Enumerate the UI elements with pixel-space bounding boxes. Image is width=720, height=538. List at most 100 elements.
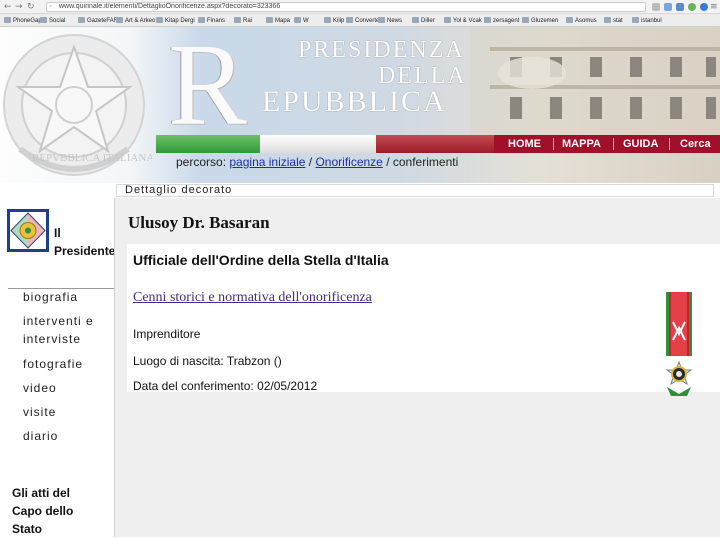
president-standard-icon[interactable] xyxy=(7,209,49,252)
forward-arrow-icon[interactable]: → xyxy=(15,1,23,13)
bookmark-favicon-icon xyxy=(632,17,639,23)
bookmark-favicon-icon xyxy=(604,17,611,23)
italian-flag-stripe xyxy=(156,135,496,153)
bookmark-label: Mapa xyxy=(275,18,291,24)
bookmark-favicon-icon xyxy=(234,17,241,23)
president-link[interactable]: Il Presidente xyxy=(54,224,115,260)
extension-icon[interactable] xyxy=(676,3,684,11)
flag-green-band xyxy=(156,135,260,153)
bookmark-favicon-icon xyxy=(346,17,353,23)
breadcrumb-separator: / xyxy=(386,155,390,169)
bookmark-item[interactable]: News xyxy=(378,17,402,25)
bookmark-item[interactable]: Gluzemen xyxy=(522,17,558,25)
sidebar-item-interviste[interactable]: interviste xyxy=(23,330,81,348)
honor-history-link[interactable]: Cenni storici e normativa dell'onorifice… xyxy=(133,290,372,306)
browser-toolbar: ← → ↻ ▫ www.quirinale.it/elementi/Dettag… xyxy=(0,0,720,14)
section-label: Dettaglio decorato xyxy=(116,184,714,197)
extension-icon[interactable] xyxy=(688,3,696,11)
sidebar: Il Presidente biografia interventi e int… xyxy=(0,198,115,538)
breadcrumb-prefix: percorso: xyxy=(176,155,227,169)
bookmark-label: Asomus xyxy=(575,18,597,24)
bookmark-label: Finans xyxy=(207,18,226,24)
bookmark-favicon-icon xyxy=(484,17,491,23)
bookmark-favicon-icon xyxy=(566,17,573,23)
sidebar-top-spacer xyxy=(0,184,116,198)
conferment-date-text: Data del conferimento: 02/05/2012 xyxy=(133,379,318,393)
bookmark-label: Gluzemen xyxy=(531,18,559,24)
bookmark-item[interactable]: Diller xyxy=(412,17,435,25)
president-label-line2: Presidente xyxy=(54,244,116,258)
bookmark-favicon-icon xyxy=(266,17,273,23)
logo-text-repubblica: EPUBBLICA xyxy=(262,85,447,118)
nav-home-link[interactable]: HOME xyxy=(508,137,541,151)
reload-icon[interactable]: ↻ xyxy=(27,1,35,13)
bookmark-label: Art & Arkeo xyxy=(125,18,156,24)
nav-separator xyxy=(669,138,670,150)
bookmark-label: Kitap Dergi xyxy=(165,18,195,24)
atti-line1: Gli atti del xyxy=(12,486,71,500)
bookmark-label: Diller xyxy=(421,18,435,24)
bookmark-label: stat xyxy=(613,18,623,24)
bookmark-favicon-icon xyxy=(40,17,47,23)
bookmark-favicon-icon xyxy=(198,17,205,23)
bookmark-item[interactable]: Kilip xyxy=(324,17,344,25)
site-header: REPVBBLICA ITALIANA R PRESIDENZA DELLA E… xyxy=(0,27,720,183)
bookmark-item[interactable]: Yol & Vcak xyxy=(444,17,482,25)
nav-guida-link[interactable]: GUIDA xyxy=(623,137,658,151)
bookmark-label: News xyxy=(387,18,403,24)
bookmark-item[interactable]: Converter xyxy=(346,17,381,25)
back-arrow-icon[interactable]: ← xyxy=(4,1,12,13)
nav-cerca-link[interactable]: Cerca xyxy=(680,137,711,151)
bookmark-item[interactable]: Asomus xyxy=(566,17,597,25)
sidebar-item-visite[interactable]: visite xyxy=(23,403,56,421)
sidebar-item-diario[interactable]: diario xyxy=(23,427,58,445)
bookmark-item[interactable]: Art & Arkeo xyxy=(116,17,155,25)
birthplace-text: Luogo di nascita: Trabzon () xyxy=(133,354,282,368)
bookmark-item[interactable]: Rai xyxy=(234,17,252,25)
bookmark-favicon-icon xyxy=(156,17,163,23)
bookmark-item[interactable]: PhoneGap xyxy=(4,17,42,25)
bookmark-favicon-icon xyxy=(378,17,385,23)
bookmark-item[interactable]: Kitap Dergi xyxy=(156,17,195,25)
sidebar-item-biografia[interactable]: biografia xyxy=(23,288,78,306)
sidebar-atti-heading[interactable]: Gli atti del Capo dello Stato xyxy=(12,484,73,538)
bookmark-item[interactable]: istanbul xyxy=(632,17,662,25)
profession-text: Imprenditore xyxy=(133,327,201,341)
atti-line3: Stato xyxy=(12,522,42,536)
breadcrumb-onorificenze-link[interactable]: Onorificenze xyxy=(315,155,382,169)
bookmark-label: Kilip xyxy=(333,18,345,24)
sidebar-item-fotografie[interactable]: fotografie xyxy=(23,355,83,373)
sidebar-item-interventi[interactable]: interventi e xyxy=(23,312,94,330)
breadcrumb-home-link[interactable]: pagina iniziale xyxy=(229,155,305,169)
sidebar-item-video[interactable]: video xyxy=(23,379,57,397)
republic-emblem-icon: REPVBBLICA ITALIANA xyxy=(3,34,152,176)
bookmark-item[interactable]: Social xyxy=(40,17,65,25)
bookmark-favicon-icon xyxy=(116,17,123,23)
breadcrumb: percorso: pagina iniziale / Onorificenze… xyxy=(176,155,458,169)
address-bar[interactable]: ▫ www.quirinale.it/elementi/DettaglioOno… xyxy=(46,2,646,12)
bookmark-label: W xyxy=(303,18,309,24)
honor-title: Ufficiale dell'Ordine della Stella d'Ita… xyxy=(133,252,389,268)
recipient-name: Ulusoy Dr. Basaran xyxy=(128,213,270,232)
bookmark-item[interactable]: W xyxy=(294,17,309,25)
bookmark-favicon-icon xyxy=(444,17,451,23)
nav-mappa-link[interactable]: MAPPA xyxy=(562,137,601,151)
flag-red-band xyxy=(376,135,496,153)
extension-icon[interactable] xyxy=(664,3,672,11)
bookmark-item[interactable]: zersagent xyxy=(484,17,519,25)
bookmark-label: zersagent xyxy=(493,18,520,24)
search-icon[interactable] xyxy=(652,3,660,11)
svg-text:REPVBBLICA ITALIANA: REPVBBLICA ITALIANA xyxy=(32,152,152,164)
bookmark-favicon-icon xyxy=(4,17,11,23)
bookmark-item[interactable]: Mapa xyxy=(266,17,290,25)
stella-d-italia-medal-icon xyxy=(665,292,693,396)
extension-icon[interactable] xyxy=(700,3,708,11)
flag-white-band xyxy=(260,135,376,153)
bookmark-item[interactable]: stat xyxy=(604,17,623,25)
bookmark-item[interactable]: Finans xyxy=(198,17,225,25)
bookmark-favicon-icon xyxy=(324,17,331,23)
menu-icon[interactable]: ≡ xyxy=(710,1,718,13)
page-icon: ▫ xyxy=(49,3,52,10)
top-navigation: HOME MAPPA GUIDA Cerca xyxy=(494,135,720,153)
nav-separator xyxy=(553,138,554,150)
